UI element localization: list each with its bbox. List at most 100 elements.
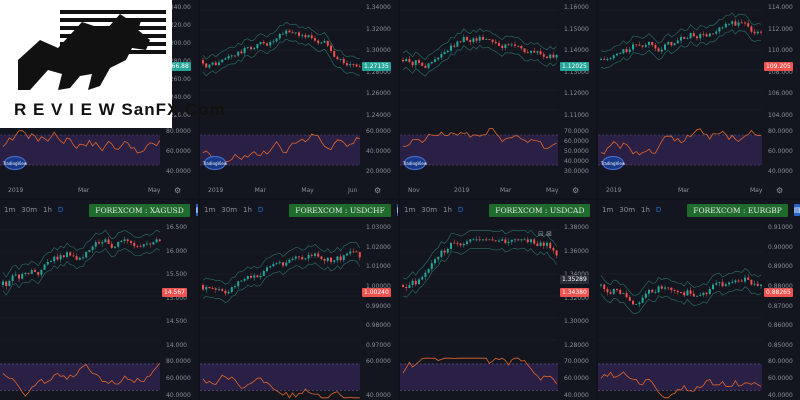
- chart-panel-8[interactable]: 1m30m1hDFOREXCOM : EURGBP▤⌕0.910000.9000…: [598, 200, 800, 400]
- candle: [224, 290, 227, 294]
- candle: [30, 270, 33, 274]
- candle: [504, 239, 507, 243]
- pane-controls-icon[interactable]: ⊟ ⊠: [538, 230, 552, 238]
- timeframe-1m[interactable]: 1m: [602, 206, 613, 214]
- oscillator-tick: 40.0000: [166, 392, 191, 399]
- price-tick: 0.98000: [366, 322, 391, 330]
- candle: [88, 250, 91, 252]
- candle: [402, 285, 404, 288]
- candle: [670, 287, 673, 291]
- candle: [349, 251, 352, 254]
- candle: [469, 239, 472, 242]
- candle: [104, 239, 107, 243]
- price-tick: 14.000: [166, 342, 187, 349]
- oscillator-tick: 80.0000: [166, 358, 191, 365]
- candle: [208, 287, 211, 289]
- time-tick: May: [546, 187, 559, 194]
- gear-icon[interactable]: ⚙: [374, 186, 381, 195]
- candle: [152, 242, 155, 245]
- timeframe-1h[interactable]: 1h: [443, 206, 452, 214]
- candle: [418, 279, 420, 285]
- timeframe-30m[interactable]: 30m: [221, 206, 237, 214]
- chart-panel-2[interactable]: 1.34000 1.32000 1.30000 1.28000 1.26000 1.240…: [200, 0, 398, 198]
- price-scale[interactable]: 1.16000 1.15000 1.14000 1.13000 1.12000 1.110…: [558, 0, 596, 198]
- chart-panel-6[interactable]: 1m30m1hDFOREXCOM : USDCHF▤⌕1.030001.0200…: [200, 200, 398, 400]
- candle: [667, 42, 670, 45]
- timeframe-1h[interactable]: 1h: [243, 206, 252, 214]
- candle: [66, 252, 68, 257]
- candle: [504, 44, 507, 48]
- candle: [246, 276, 249, 280]
- candle: [323, 258, 326, 261]
- candle: [304, 258, 307, 260]
- candle: [211, 62, 214, 65]
- timeframe-30m[interactable]: 30m: [21, 206, 37, 214]
- chart-panel-5[interactable]: 1m30m1hDFOREXCOM : XAGUSD▤⌕16.50016.0001…: [0, 200, 198, 400]
- timeframe-d[interactable]: D: [656, 206, 661, 214]
- candle: [514, 239, 516, 241]
- timeframe-1m[interactable]: 1m: [4, 206, 15, 214]
- timeframe-30m[interactable]: 30m: [619, 206, 635, 214]
- candle: [243, 279, 246, 281]
- candle: [644, 293, 647, 298]
- candle: [330, 45, 332, 52]
- gear-icon[interactable]: ⚙: [776, 186, 783, 195]
- candle: [750, 26, 753, 32]
- candle: [53, 256, 56, 262]
- price-scale[interactable]: 1.03000 1.02000 1.01000 1.00000 0.99000 0.980…: [360, 200, 398, 400]
- candle: [5, 281, 8, 287]
- timeframe-1h[interactable]: 1h: [641, 206, 650, 214]
- candle: [352, 251, 355, 253]
- candle: [298, 256, 300, 258]
- chart-panel-4[interactable]: 114.000 112.000 110.000 108.000 106.000 104.0…: [598, 0, 800, 198]
- price-tick: 1.32000: [366, 25, 391, 33]
- candle: [346, 253, 348, 256]
- candle: [472, 239, 475, 241]
- candle: [443, 51, 446, 55]
- candle: [731, 21, 734, 24]
- candle: [85, 251, 88, 258]
- timeframe-1h[interactable]: 1h: [43, 206, 52, 214]
- candle: [689, 290, 692, 294]
- candle: [94, 242, 97, 247]
- band-lower: [2, 248, 160, 296]
- chart-panel-7[interactable]: 1m30m1hDFOREXCOM : USDCAD▤⌕1.380001.3600…: [400, 200, 596, 400]
- candle: [673, 290, 676, 291]
- candle: [18, 274, 20, 279]
- candle: [686, 290, 689, 296]
- price-scale[interactable]: 114.000 112.000 110.000 108.000 106.000 104.0…: [762, 0, 800, 198]
- time-axis[interactable]: 2019 Mar May: [598, 187, 762, 197]
- candle: [705, 292, 708, 295]
- gear-icon[interactable]: ⚙: [174, 186, 181, 195]
- chart-panel-3[interactable]: 1.16000 1.15000 1.14000 1.13000 1.12000 1.110…: [400, 0, 596, 198]
- candle: [715, 31, 718, 34]
- candle: [234, 55, 236, 57]
- last-price-label: 1.12025: [560, 62, 589, 72]
- time-axis[interactable]: 2019 Mar May Jun: [200, 187, 360, 197]
- gear-icon[interactable]: ⚙: [572, 186, 579, 195]
- timeframe-d[interactable]: D: [58, 206, 63, 214]
- price-scale[interactable]: 1.380001.360001.340001.320001.300001.280…: [558, 200, 596, 400]
- candle: [718, 282, 721, 284]
- timeframe-30m[interactable]: 30m: [421, 206, 437, 214]
- candle: [218, 62, 220, 66]
- candle: [272, 41, 275, 43]
- price-scale[interactable]: 1.34000 1.32000 1.30000 1.28000 1.26000 1.240…: [360, 0, 398, 198]
- timeframe-1m[interactable]: 1m: [204, 206, 215, 214]
- candle: [218, 289, 220, 291]
- candle: [488, 239, 491, 241]
- candle: [478, 239, 481, 241]
- price-scale[interactable]: 0.91000 0.90000 0.89000 0.88000 0.87000 0.860…: [762, 200, 800, 400]
- candle: [149, 243, 152, 245]
- time-axis[interactable]: Nov 2019 Mar May: [400, 187, 558, 197]
- candle: [288, 30, 291, 33]
- time-axis[interactable]: 2019 Mar May: [0, 187, 160, 197]
- timeframe-d[interactable]: D: [458, 206, 463, 214]
- candle: [482, 239, 484, 241]
- timeframe-d[interactable]: D: [258, 206, 263, 214]
- timeframe-1m[interactable]: 1m: [404, 206, 415, 214]
- price-tick: 106.000: [768, 90, 793, 98]
- candle: [307, 254, 310, 259]
- candle: [427, 63, 430, 68]
- price-scale[interactable]: 16.500 16.000 15.500 15.000 14.500 14.000 80.0…: [160, 200, 198, 400]
